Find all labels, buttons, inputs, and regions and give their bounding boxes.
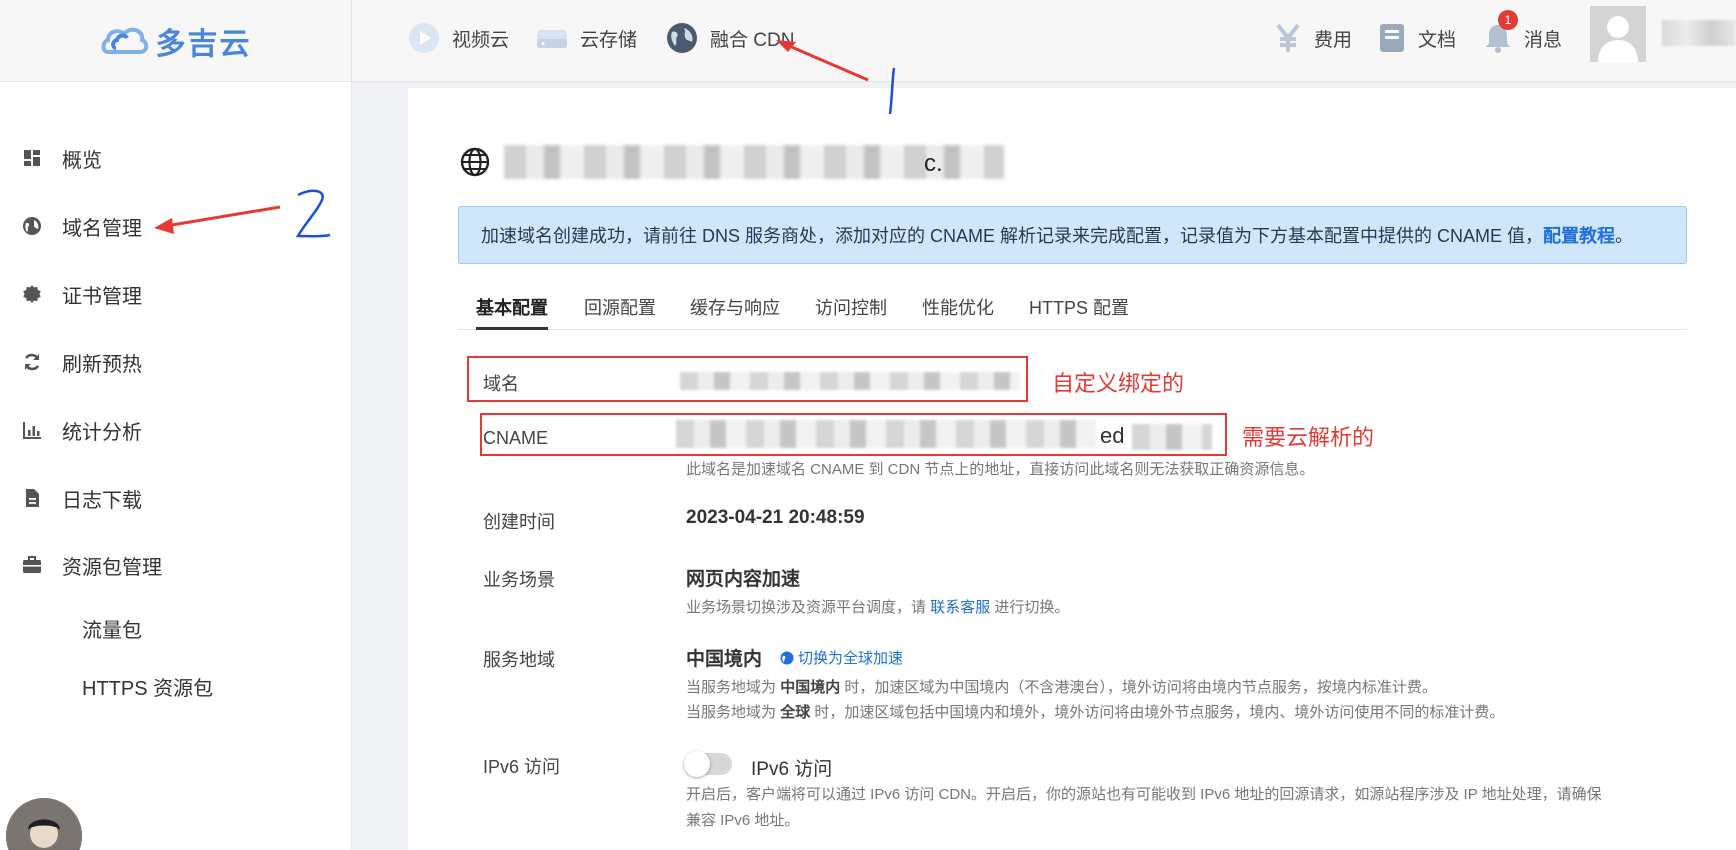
annotation-arrow-domain [154,205,281,234]
annotation-arrow-cdn [776,40,869,82]
message-count-badge: 1 [1498,10,1518,30]
handwritten-mark-2 [295,189,331,238]
handwritten-mark-1 [888,67,896,115]
annotation-overlay [154,40,896,238]
